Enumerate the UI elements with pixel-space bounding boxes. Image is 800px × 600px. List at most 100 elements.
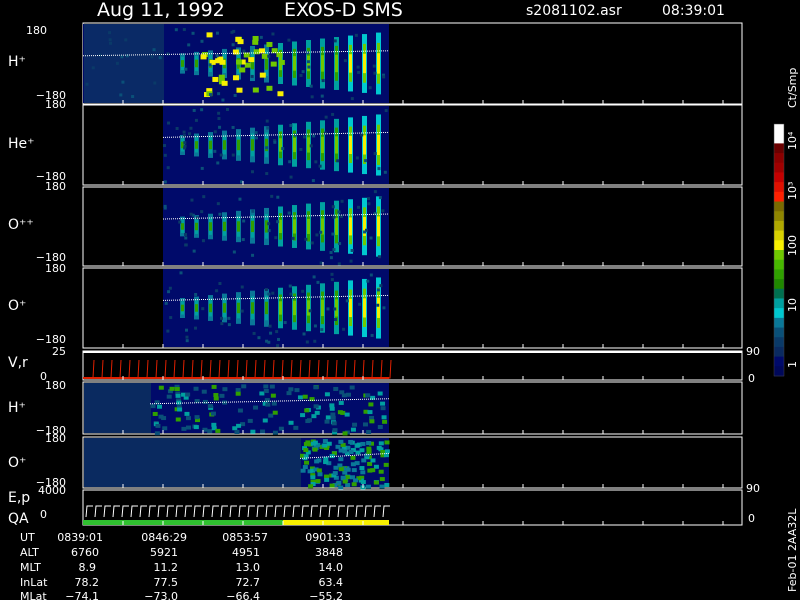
heatmap-cell xyxy=(216,202,220,206)
ephemeris-row-label: InLat xyxy=(20,576,48,589)
heatmap-cell xyxy=(155,423,161,428)
heatmap-cell xyxy=(373,480,379,485)
heatmap-cell xyxy=(325,415,331,420)
heatmap-cell xyxy=(367,461,373,466)
heatmap-cell xyxy=(232,75,239,81)
heatmap-cell xyxy=(304,237,308,241)
heatmap-cell xyxy=(318,164,322,168)
heatmap-cell xyxy=(264,398,270,403)
heatmap-cell xyxy=(236,59,243,65)
heatmap-cell xyxy=(237,408,243,413)
heatmap-cell xyxy=(293,219,296,234)
colorbar-segment xyxy=(774,298,784,309)
ytick-label: 4000 xyxy=(38,484,66,497)
heatmap-cell xyxy=(351,482,357,487)
heatmap-cell xyxy=(330,412,336,417)
heatmap-cell xyxy=(195,59,198,68)
heatmap-cell xyxy=(299,73,303,77)
heatmap-cell xyxy=(331,205,335,209)
colorbar-segment xyxy=(774,288,784,299)
heatmap-cell xyxy=(288,387,294,392)
ytick-label: 180 xyxy=(45,432,66,445)
heatmap-cell xyxy=(377,134,380,155)
heatmap-cell xyxy=(321,79,325,83)
panels xyxy=(82,22,743,526)
heatmap-cell xyxy=(236,423,242,428)
ephemeris-mlt: 13.0 xyxy=(236,561,261,574)
heatmap-cell xyxy=(333,318,337,322)
heatmap-cell xyxy=(115,61,119,65)
ephemeris-mlat: −73.0 xyxy=(144,590,178,600)
heatmap-cell xyxy=(357,70,361,74)
panel-frame xyxy=(82,489,743,526)
heatmap-cell xyxy=(276,220,280,224)
heatmap-cell xyxy=(267,229,271,233)
heatmap-cell xyxy=(330,278,334,282)
panel-frame xyxy=(82,350,743,381)
heatmap-cell xyxy=(350,462,356,467)
heatmap-cell xyxy=(329,403,335,408)
heatmap-cell xyxy=(287,38,291,42)
heatmap-cell xyxy=(363,135,366,155)
heatmap-cell xyxy=(266,126,270,130)
heatmap-cell xyxy=(265,402,271,407)
heatmap-cell xyxy=(283,321,287,325)
heatmap-cell xyxy=(184,233,188,237)
heatmap-cell xyxy=(377,216,380,237)
heatmap-cell xyxy=(217,56,224,62)
heatmap-cell xyxy=(335,54,338,73)
heatmap-cell xyxy=(329,250,333,254)
heatmap-cell xyxy=(312,440,318,445)
heatmap-cell xyxy=(304,460,310,465)
heatmap-cell xyxy=(321,55,324,72)
colorbar-segment xyxy=(774,308,784,319)
heatmap-cell xyxy=(208,93,212,97)
heatmap-cell xyxy=(370,333,374,337)
heatmap-cell xyxy=(234,429,240,434)
panel-label-o-plusplus: O⁺⁺ xyxy=(8,217,34,233)
heatmap-cell xyxy=(301,289,305,293)
heatmap-cell xyxy=(158,56,162,60)
heatmap-cell xyxy=(320,328,324,332)
heatmap-cell xyxy=(250,170,254,174)
heatmap-cell xyxy=(316,280,320,284)
heatmap-cell xyxy=(181,60,184,67)
heatmap-cell xyxy=(184,328,188,332)
heatmap-cell xyxy=(281,147,285,151)
heatmap-cell xyxy=(217,117,221,121)
heatmap-cell xyxy=(330,415,336,420)
heatmap-cell xyxy=(306,60,310,64)
heatmap-cell xyxy=(326,307,330,311)
heatmap-cell xyxy=(383,462,389,467)
colorbar-ticks: 10⁴ 10³ 100 10 1 xyxy=(786,131,799,368)
heatmap-cell xyxy=(297,395,303,400)
heatmap-cell xyxy=(326,441,332,446)
heatmap-cell xyxy=(332,248,336,252)
heatmap-cell xyxy=(153,81,157,85)
heatmap-cell xyxy=(349,298,352,318)
ephemeris-inlat: 77.5 xyxy=(154,576,179,589)
colorbar-segment xyxy=(774,211,784,222)
heatmap-cell xyxy=(278,59,285,65)
heatmap-cell xyxy=(308,484,314,489)
heatmap-cell xyxy=(242,49,246,53)
heatmap-cell xyxy=(338,485,344,490)
heatmap-cell xyxy=(218,212,222,216)
ephemeris-alt: 4951 xyxy=(232,546,260,559)
heatmap-cell xyxy=(288,284,292,288)
heatmap-cell xyxy=(353,478,359,483)
heatmap-cell xyxy=(310,475,316,480)
heatmap-cell xyxy=(185,335,189,339)
heatmap-cell xyxy=(189,126,193,130)
header-instrument: EXOS-D SMS xyxy=(284,0,403,21)
ephemeris-ut: 0853:57 xyxy=(222,531,268,544)
heatmap-cell xyxy=(187,43,191,47)
heatmap-cell xyxy=(259,391,265,396)
heatmap-cell xyxy=(119,93,123,97)
heatmap-cell xyxy=(265,146,269,150)
heatmap-cell xyxy=(240,285,244,289)
heatmap-cell xyxy=(360,480,366,485)
colorbar-segment xyxy=(774,124,784,135)
heatmap-cell xyxy=(182,130,186,134)
heatmap-cell xyxy=(157,404,163,409)
